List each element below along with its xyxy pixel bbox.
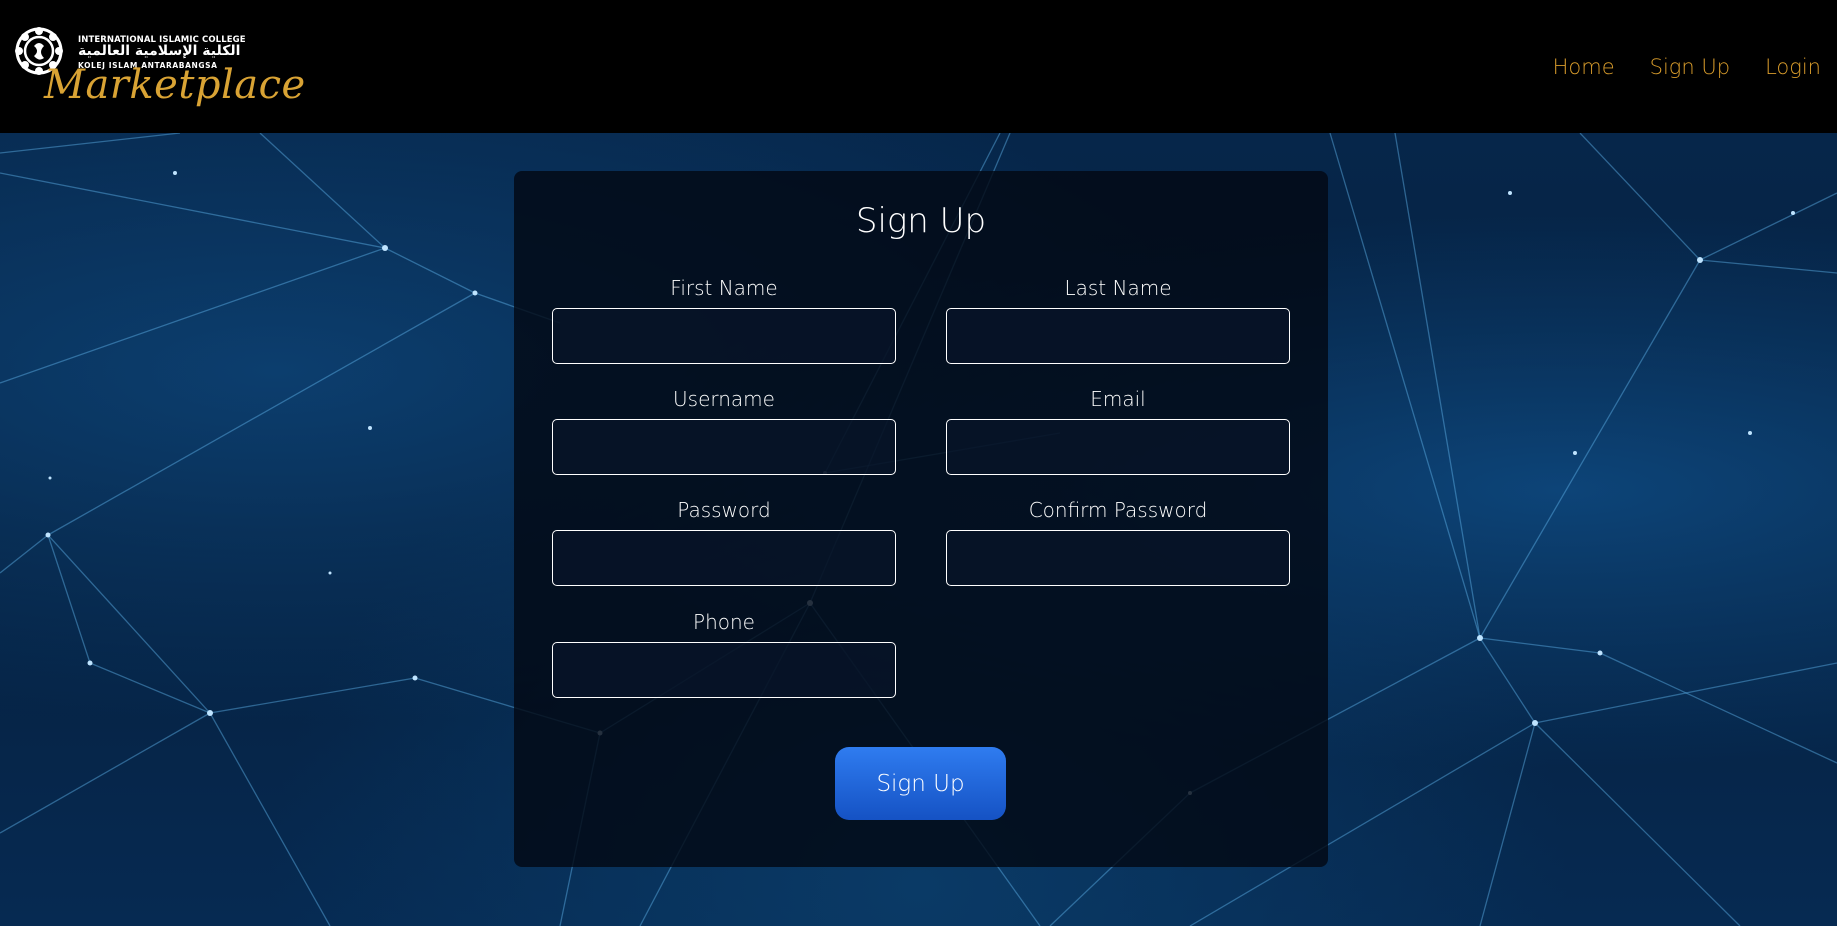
phone-group: Phone <box>552 608 896 698</box>
brand-name-arabic: الكلية الإسلامية العالمية <box>78 43 241 59</box>
username-group: Username <box>552 385 896 475</box>
last-name-group: Last Name <box>946 274 1290 364</box>
last-name-input[interactable] <box>946 308 1290 364</box>
first-name-label: First Name <box>670 276 778 300</box>
first-name-group: First Name <box>552 274 896 364</box>
first-name-input[interactable] <box>552 308 896 364</box>
main-nav: Home Sign Up Login <box>1553 0 1837 133</box>
form-title: Sign Up <box>855 201 987 241</box>
username-label: Username <box>673 387 775 411</box>
signup-card: Sign Up First Name Last Name Username Em… <box>514 171 1328 867</box>
phone-input[interactable] <box>552 642 896 698</box>
password-group: Password <box>552 496 896 586</box>
password-input[interactable] <box>552 530 896 586</box>
nav-link-home[interactable]: Home <box>1553 55 1615 79</box>
confirm-password-input[interactable] <box>946 530 1290 586</box>
nav-link-login[interactable]: Login <box>1765 55 1821 79</box>
email-input[interactable] <box>946 419 1290 475</box>
brand-script-title: Marketplace <box>44 62 306 108</box>
password-label: Password <box>677 498 771 522</box>
confirm-password-group: Confirm Password <box>946 496 1290 586</box>
last-name-label: Last Name <box>1064 276 1172 300</box>
phone-label: Phone <box>693 610 755 634</box>
top-navbar: INTERNATIONAL ISLAMIC COLLEGE الكلية الإ… <box>0 0 1837 133</box>
confirm-password-label: Confirm Password <box>1028 498 1208 522</box>
email-label: Email <box>1090 387 1146 411</box>
email-group: Email <box>946 385 1290 475</box>
brand-logo[interactable]: INTERNATIONAL ISLAMIC COLLEGE الكلية الإ… <box>14 26 305 112</box>
username-input[interactable] <box>552 419 896 475</box>
sign-up-submit-button[interactable]: Sign Up <box>835 747 1006 820</box>
nav-link-sign-up[interactable]: Sign Up <box>1650 55 1730 79</box>
